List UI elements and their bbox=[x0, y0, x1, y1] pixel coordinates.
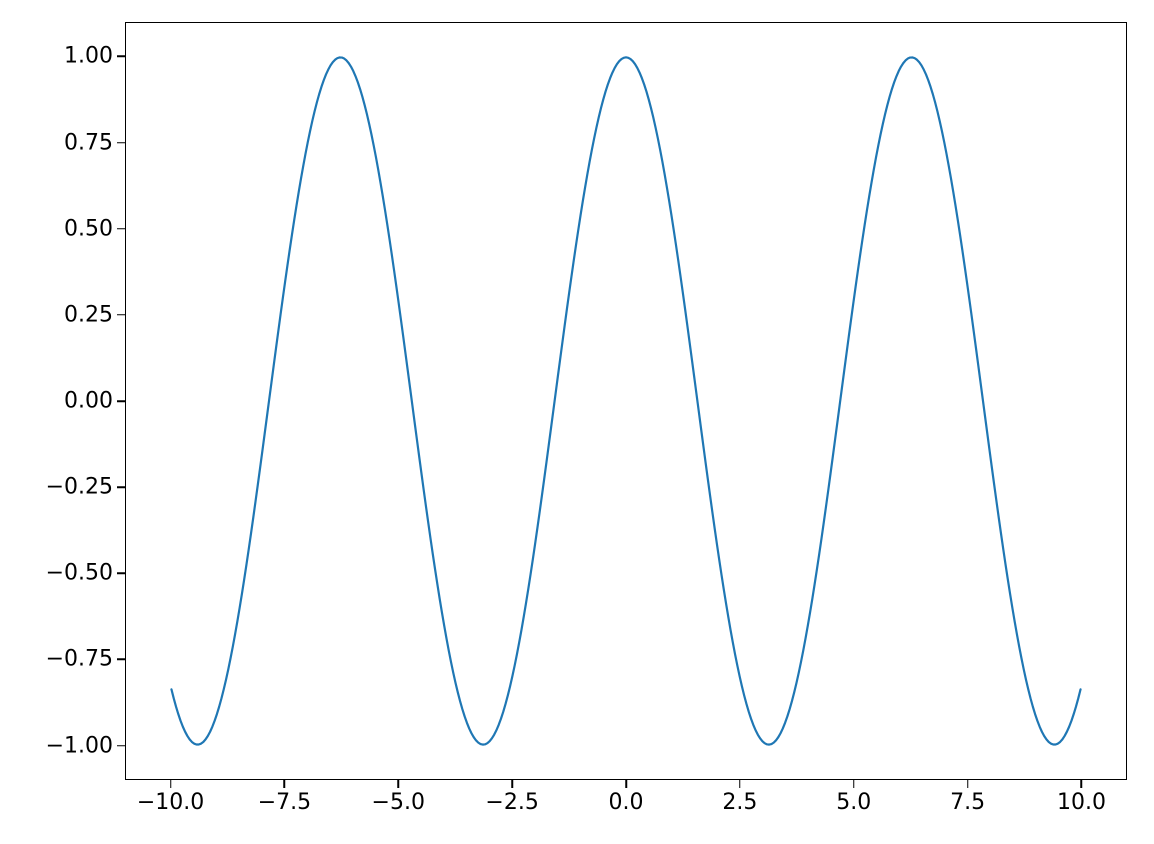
x-axis-ticks: −10.0 −7.5 −5.0 −2.5 0.0 2.5 5.0 7.5 10.0 bbox=[125, 780, 1127, 820]
x-tick-mark bbox=[1081, 780, 1083, 788]
chart-container: −10.0 −7.5 −5.0 −2.5 0.0 2.5 5.0 7.5 10.0 −1.00 −… bbox=[0, 0, 1154, 844]
x-tick-mark bbox=[284, 780, 286, 788]
y-tick-label: −1.00 bbox=[5, 733, 127, 758]
x-tick-label: 7.5 bbox=[950, 790, 985, 815]
y-tick-label: 0.75 bbox=[5, 130, 127, 155]
x-tick-label: −7.5 bbox=[258, 790, 311, 815]
x-tick-mark bbox=[853, 780, 855, 788]
y-tick-label: 0.50 bbox=[5, 216, 127, 241]
plot-area bbox=[125, 22, 1127, 780]
x-tick-mark bbox=[398, 780, 400, 788]
series-line bbox=[171, 57, 1080, 744]
y-tick-label: 1.00 bbox=[5, 44, 127, 69]
x-tick-mark bbox=[625, 780, 627, 788]
y-tick-label: 0.00 bbox=[5, 389, 127, 414]
x-tick-mark bbox=[170, 780, 172, 788]
x-tick-label: 10.0 bbox=[1057, 790, 1106, 815]
x-tick-mark bbox=[739, 780, 741, 788]
x-tick-label: 0.0 bbox=[609, 790, 644, 815]
x-tick-label: −10.0 bbox=[137, 790, 204, 815]
y-tick-label: −0.75 bbox=[5, 647, 127, 672]
x-tick-mark bbox=[967, 780, 969, 788]
x-tick-label: 2.5 bbox=[722, 790, 757, 815]
x-tick-mark bbox=[511, 780, 513, 788]
y-tick-label: 0.25 bbox=[5, 302, 127, 327]
x-tick-label: −2.5 bbox=[485, 790, 538, 815]
x-tick-label: 5.0 bbox=[836, 790, 871, 815]
y-tick-label: −0.25 bbox=[5, 475, 127, 500]
x-tick-label: −5.0 bbox=[372, 790, 425, 815]
line-series bbox=[126, 23, 1126, 779]
y-tick-label: −0.50 bbox=[5, 561, 127, 586]
